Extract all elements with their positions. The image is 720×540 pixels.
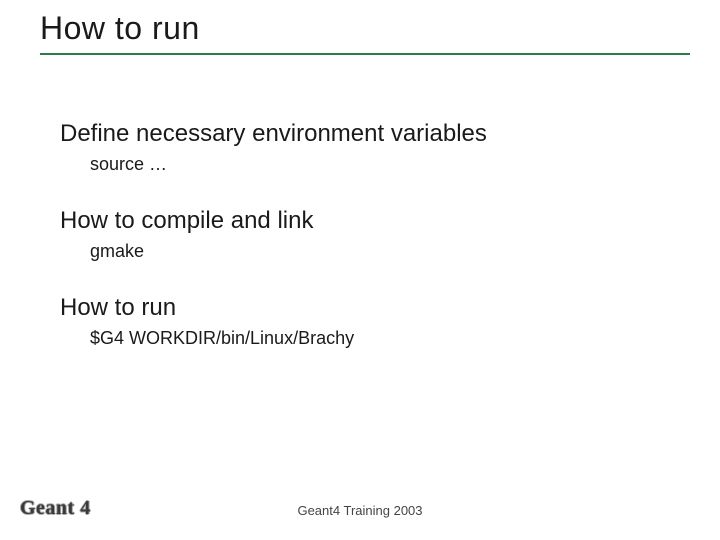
footer-text: Geant4 Training 2003	[0, 503, 720, 518]
section-sub: $G4 WORKDIR/bin/Linux/Brachy	[90, 328, 680, 349]
section-heading: How to compile and link	[60, 207, 680, 235]
slide: How to run Define necessary environment …	[0, 0, 720, 540]
section-sub: gmake	[90, 241, 680, 262]
slide-title: How to run	[40, 10, 690, 47]
section-run: How to run $G4 WORKDIR/bin/Linux/Brachy	[60, 294, 680, 349]
section-env-vars: Define necessary environment variables s…	[60, 120, 680, 175]
content-area: Define necessary environment variables s…	[60, 120, 680, 381]
section-compile: How to compile and link gmake	[60, 207, 680, 262]
title-container: How to run	[40, 10, 690, 55]
section-heading: How to run	[60, 294, 680, 322]
section-heading: Define necessary environment variables	[60, 120, 680, 148]
section-sub: source …	[90, 154, 680, 175]
